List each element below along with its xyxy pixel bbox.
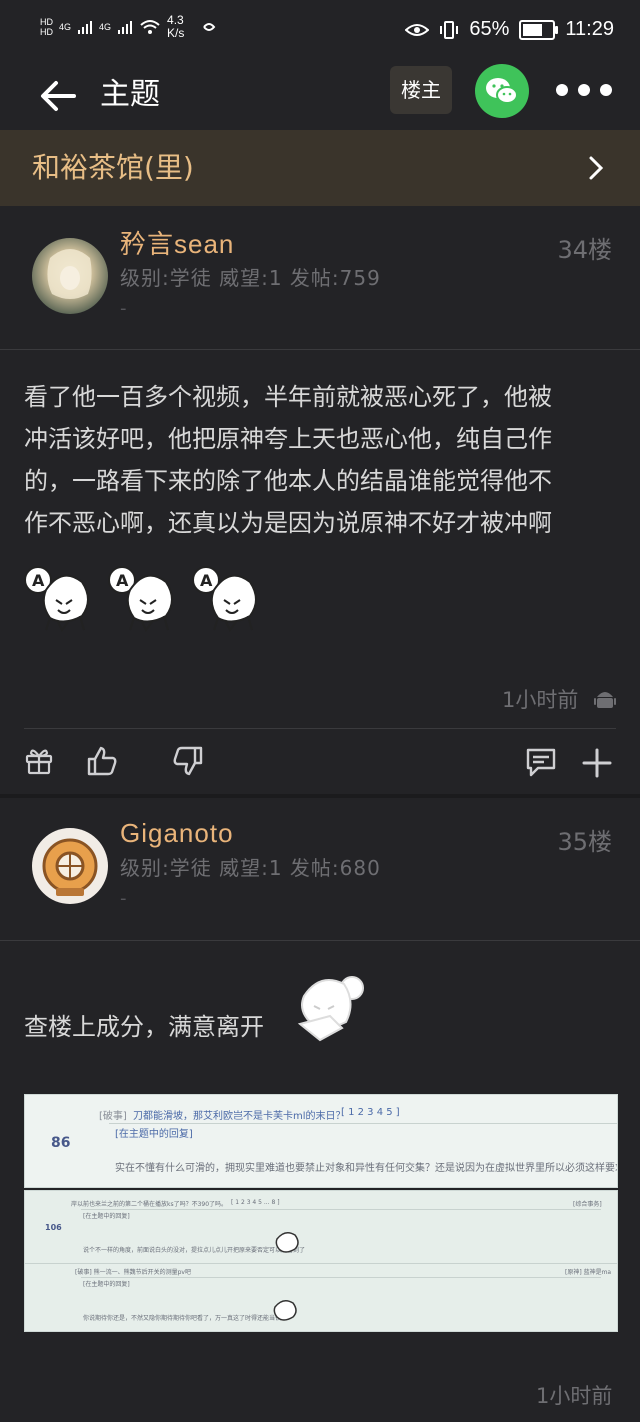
shot-pages: [ 1 2 3 4 5 ... 8 ] xyxy=(231,1199,280,1206)
battery-icon xyxy=(519,19,559,40)
embedded-screenshot-2[interactable]: 岸以前也来兰之前的第二个桶在播放ks了吗？不390了吗。 [ 1 2 3 4 5… xyxy=(24,1190,618,1332)
svg-text:A: A xyxy=(200,571,213,590)
sticker-icon: A xyxy=(24,566,89,632)
reply-comment-icon[interactable] xyxy=(524,746,558,778)
divider xyxy=(0,940,640,941)
chevron-right-icon xyxy=(589,156,604,180)
back-arrow-icon[interactable] xyxy=(36,73,82,119)
page-title: 主题 xyxy=(100,77,160,112)
shot-divider xyxy=(25,1263,617,1264)
divider xyxy=(24,728,616,729)
sticker-icon xyxy=(273,1300,297,1321)
user-meta: 级别:学徒 威望:1 发帖:759 xyxy=(120,266,381,290)
hd-icon: HD HD xyxy=(40,17,53,37)
thumbs-up-icon[interactable] xyxy=(86,745,118,777)
post-time: 1小时前 xyxy=(502,688,579,712)
avatar[interactable] xyxy=(32,238,108,314)
battery-fill xyxy=(523,23,542,36)
sticker-icon xyxy=(275,1232,299,1253)
forum-name: 和裕茶馆(里) xyxy=(32,151,194,184)
signal-2-label: 4G xyxy=(99,22,112,32)
divider xyxy=(0,349,640,350)
gift-icon[interactable] xyxy=(24,745,54,775)
post-line: 作不恶心啊，还真以为是因为说原神不好才被冲啊 xyxy=(24,509,552,537)
post-line: 看了他一百多个视频，半年前就被恶心死了，他被 xyxy=(24,383,552,411)
floor-number: 35楼 xyxy=(557,828,612,856)
post-time: 1小时前 xyxy=(536,1384,613,1408)
post-35-header: Giganoto 级别:学徒 威望:1 发帖:680 - 35楼 xyxy=(0,798,640,940)
shot-right-tag: [综合事务] xyxy=(573,1201,602,1208)
status-left: HD HD 4G 4G 4.3 K/s xyxy=(40,14,217,40)
shot-title: 刀都能滑坡，那艾利欧岂不是卡芙卡ml的末日？ xyxy=(133,1111,346,1122)
shot-body: 实在不懂有什么可滑的，拥现实里难道也要禁止对象和异性有任何交集？还是说因为在虚拟… xyxy=(115,1163,618,1174)
wechat-icon xyxy=(486,78,518,104)
avatar-art xyxy=(47,249,92,299)
clock: 11:29 xyxy=(565,18,614,40)
android-icon xyxy=(594,692,616,708)
net-speed: 4.3 K/s xyxy=(167,13,185,40)
diving-helmet-icon xyxy=(42,838,98,896)
sticker-icon xyxy=(297,976,364,1042)
shot-divider xyxy=(81,1277,601,1278)
post-body: 查楼上成分，满意离开 xyxy=(24,1013,264,1041)
vibrate-icon xyxy=(440,20,459,39)
only-op-button[interactable]: 楼主 xyxy=(390,66,452,114)
shot-subtag: [在主题中的回复] xyxy=(115,1129,193,1140)
signal-icon xyxy=(118,21,133,34)
post-line: 冲活该好吧，他把原神夸上天也恶心他，纯自己作 xyxy=(24,425,552,453)
shot-pages: [ 1 2 3 4 5 ] xyxy=(341,1107,400,1118)
post-body: 看了他一百多个视频，半年前就被恶心死了，他被 冲活该好吧，他把原神夸上天也恶心他… xyxy=(24,376,624,544)
battery-percent: 65% xyxy=(469,18,510,40)
shot-subtag: [在主题中的回复] xyxy=(83,1213,130,1220)
svg-text:A: A xyxy=(116,571,129,590)
shot-divider xyxy=(109,1123,617,1124)
post-34-header: 矜言sean 级别:学徒 威望:1 发帖:759 - 34楼 xyxy=(0,206,640,349)
shot-divider xyxy=(81,1209,601,1210)
sticker-row: A A A xyxy=(22,560,282,632)
sticker-icon: A xyxy=(192,566,257,632)
status-right: 65% 11:29 xyxy=(405,18,614,41)
svg-text:A: A xyxy=(32,571,45,590)
user-signature: - xyxy=(120,888,127,909)
top-nav: 主题 楼主 xyxy=(0,62,640,130)
shot-subtag: [在主题中的回复] xyxy=(83,1281,130,1288)
user-meta: 级别:学徒 威望:1 发帖:680 xyxy=(120,856,381,880)
signal-icon xyxy=(78,21,93,34)
shot-right-tag: [原神] 蓝神是ma xyxy=(565,1269,612,1276)
avatar[interactable] xyxy=(32,828,108,904)
shot-post-number: 86 xyxy=(51,1135,71,1151)
shot-tag: [破事] xyxy=(99,1111,127,1122)
floor-number: 34楼 xyxy=(557,236,612,264)
post-line: 的，一路看下来的除了他本人的结晶谁能觉得他不 xyxy=(24,467,552,495)
shot-body: 你说期待你还是，不然又隐你期待期待你吧看了，万一真这了时得还能当铁饭 xyxy=(83,1315,288,1322)
plus-icon[interactable] xyxy=(582,748,612,778)
shot-title: [破事] 熊一流一、熊魏节后开关的测量pv吧 xyxy=(75,1269,191,1276)
thumbs-down-icon[interactable] xyxy=(172,745,204,777)
username[interactable]: 矜言sean xyxy=(120,224,234,261)
username[interactable]: Giganoto xyxy=(120,818,234,849)
signal-1-label: 4G xyxy=(59,22,72,32)
eye-icon xyxy=(405,23,430,36)
shot-post-number: 106 xyxy=(45,1223,62,1232)
shot-body: 说个不一样的角度，前面说白头的没对，提拉点儿点儿开把原来要否定可以能看到了 xyxy=(83,1247,306,1254)
wechat-share-button[interactable] xyxy=(475,64,529,118)
forum-link-bar[interactable]: 和裕茶馆(里) xyxy=(0,130,640,206)
shot-title: 岸以前也来兰之前的第二个桶在播放ks了吗？不390了吗。 xyxy=(71,1201,228,1208)
user-signature: - xyxy=(120,298,127,319)
sticker-icon: A xyxy=(108,566,173,632)
status-bar: HD HD 4G 4G 4.3 K/s 65% 11:29 xyxy=(0,0,640,62)
nfc-icon xyxy=(203,23,216,31)
more-menu-icon[interactable] xyxy=(556,84,612,96)
wifi-icon xyxy=(140,20,160,34)
embedded-screenshot-1[interactable]: [破事] 刀都能滑坡，那艾利欧岂不是卡芙卡ml的末日？ [ 1 2 3 4 5 … xyxy=(24,1094,618,1188)
